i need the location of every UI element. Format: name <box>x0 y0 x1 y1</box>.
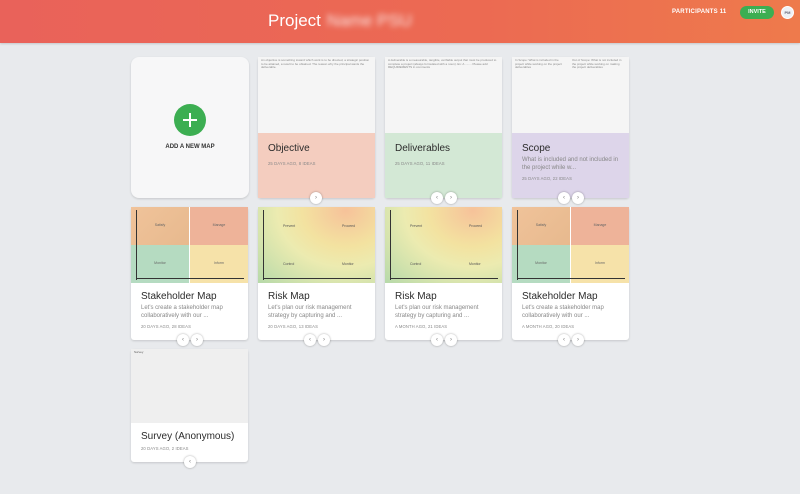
quadrant: Manage <box>190 207 248 245</box>
map-thumbnail: Survey <box>131 349 248 423</box>
map-thumbnail: In Scope: What is included in the projec… <box>512 57 629 133</box>
card-meta: 25 DAYS AGO, 22 IDEAS <box>522 176 572 181</box>
card-meta: 20 DAYS AGO, 28 IDEAS <box>141 324 191 329</box>
quadrant: Satisfy <box>512 207 570 245</box>
risk-label: Prevent <box>283 224 296 228</box>
card-info: Risk Map Let's plan our risk management … <box>385 283 502 337</box>
axis <box>390 278 498 279</box>
project-title: Project Name PSU <box>268 11 412 31</box>
card-description: Let's create a stakeholder map collabora… <box>522 305 604 319</box>
card-nav-next[interactable]: › <box>572 334 584 346</box>
card-meta: A MONTH AGO, 21 IDEAS <box>395 324 448 329</box>
map-thumbnail: An objective is something toward which w… <box>258 57 375 133</box>
card-nav-prev[interactable]: ‹ <box>184 456 196 468</box>
map-card-risk-map[interactable]: Prevent Proceed Control Monitor Risk Map… <box>385 207 502 346</box>
card-info: Survey (Anonymous) 20 DAYS AGO, 2 IDEAS <box>131 423 248 459</box>
thumbnail-text-in-scope: In Scope: What is included in the projec… <box>515 58 562 70</box>
map-thumbnail: Prevent Proceed Control Monitor <box>258 207 375 283</box>
axis <box>517 210 518 280</box>
card-title: Deliverables <box>395 143 451 154</box>
card-description: Let's plan our risk management strategy … <box>268 305 352 319</box>
map-card-stakeholder-map[interactable]: Satisfy Manage Monitor Inform Stakeholde… <box>512 207 629 346</box>
card-meta: 20 DAYS AGO, 13 IDEAS <box>268 324 318 329</box>
card-title: Risk Map <box>395 291 437 302</box>
card-info: Risk Map Let's plan our risk management … <box>258 283 375 337</box>
plus-icon[interactable] <box>174 104 206 136</box>
add-new-map-label: ADD A NEW MAP <box>165 144 215 150</box>
top-bar: Project Name PSU PARTICIPANTS 11 INVITE P… <box>0 0 800 43</box>
map-card-stakeholder-map[interactable]: Satisfy Manage Monitor Inform Stakeholde… <box>131 207 248 346</box>
risk-label: Monitor <box>342 262 354 266</box>
invite-button[interactable]: INVITE <box>740 6 774 19</box>
map-card-objective[interactable]: An objective is something toward which w… <box>258 57 375 204</box>
card-meta: 20 DAYS AGO, 2 IDEAS <box>141 446 189 451</box>
thumbnail-text-out-scope: Out of Scope: What is not included in th… <box>572 58 622 70</box>
thumbnail-text: Survey <box>134 350 144 354</box>
card-nav-prev[interactable]: ‹ <box>304 334 316 346</box>
quadrant: Manage <box>571 207 629 245</box>
card-info: Scope What is included and not included … <box>512 133 629 198</box>
map-card-scope[interactable]: In Scope: What is included in the projec… <box>512 57 629 204</box>
risk-label: Proceed <box>469 224 483 228</box>
map-card-survey[interactable]: Survey Survey (Anonymous) 20 DAYS AGO, 2… <box>131 349 248 468</box>
map-card-risk-map[interactable]: Prevent Proceed Control Monitor Risk Map… <box>258 207 375 346</box>
card-nav-next[interactable]: › <box>445 192 457 204</box>
card-nav-next[interactable]: › <box>318 334 330 346</box>
avatar[interactable]: PM <box>781 6 794 19</box>
project-name-blurred: Name PSU <box>326 11 412 30</box>
risk-label: Control <box>283 262 295 266</box>
card-title: Survey (Anonymous) <box>141 431 235 442</box>
card-nav-next[interactable]: › <box>191 334 203 346</box>
card-nav-prev[interactable]: ‹ <box>431 334 443 346</box>
axis <box>263 278 371 279</box>
card-meta: 25 DAYS AGO, 8 IDEAS <box>268 161 316 166</box>
thumbnail-text: A deliverable is a measurable, tangible,… <box>388 58 497 70</box>
card-description: Let's create a stakeholder map collabora… <box>141 305 223 319</box>
axis <box>263 210 264 280</box>
map-thumbnail: Satisfy Manage Monitor Inform <box>512 207 629 283</box>
axis <box>390 210 391 280</box>
map-card-deliverables[interactable]: A deliverable is a measurable, tangible,… <box>385 57 502 204</box>
axis <box>517 278 625 279</box>
card-nav-next[interactable]: › <box>445 334 457 346</box>
card-info: Stakeholder Map Let's create a stakehold… <box>512 283 629 337</box>
card-nav-prev[interactable]: ‹ <box>558 334 570 346</box>
axis <box>136 278 244 279</box>
card-info: Stakeholder Map Let's create a stakehold… <box>131 283 248 337</box>
project-title-label: Project <box>268 11 321 30</box>
card-nav-prev[interactable]: ‹ <box>558 192 570 204</box>
card-info: Deliverables 25 DAYS AGO, 11 IDEAS <box>385 133 502 198</box>
card-title: Stakeholder Map <box>141 291 217 302</box>
risk-label: Proceed <box>342 224 356 228</box>
card-title: Objective <box>268 143 310 154</box>
risk-label: Monitor <box>469 262 481 266</box>
card-title: Scope <box>522 143 551 154</box>
quadrant: Satisfy <box>131 207 189 245</box>
card-nav-next[interactable]: › <box>572 192 584 204</box>
card-title: Stakeholder Map <box>522 291 598 302</box>
card-title: Risk Map <box>268 291 310 302</box>
map-thumbnail: Satisfy Manage Monitor Inform <box>131 207 248 283</box>
risk-label: Control <box>410 262 422 266</box>
card-meta: A MONTH AGO, 20 IDEAS <box>522 324 575 329</box>
map-thumbnail: A deliverable is a measurable, tangible,… <box>385 57 502 133</box>
card-description: What is included and not included in the… <box>522 157 619 171</box>
card-nav-prev[interactable]: ‹ <box>431 192 443 204</box>
axis <box>136 210 137 280</box>
card-info: Objective 25 DAYS AGO, 8 IDEAS <box>258 133 375 198</box>
participants-button[interactable]: PARTICIPANTS 11 <box>672 9 726 15</box>
add-new-map-card[interactable]: ADD A NEW MAP <box>131 57 249 198</box>
card-meta: 25 DAYS AGO, 11 IDEAS <box>395 161 445 166</box>
thumbnail-text: An objective is something toward which w… <box>261 58 370 70</box>
card-description: Let's plan our risk management strategy … <box>395 305 479 319</box>
card-nav-next[interactable]: › <box>310 192 322 204</box>
risk-label: Prevent <box>410 224 423 228</box>
card-nav-prev[interactable]: ‹ <box>177 334 189 346</box>
map-thumbnail: Prevent Proceed Control Monitor <box>385 207 502 283</box>
